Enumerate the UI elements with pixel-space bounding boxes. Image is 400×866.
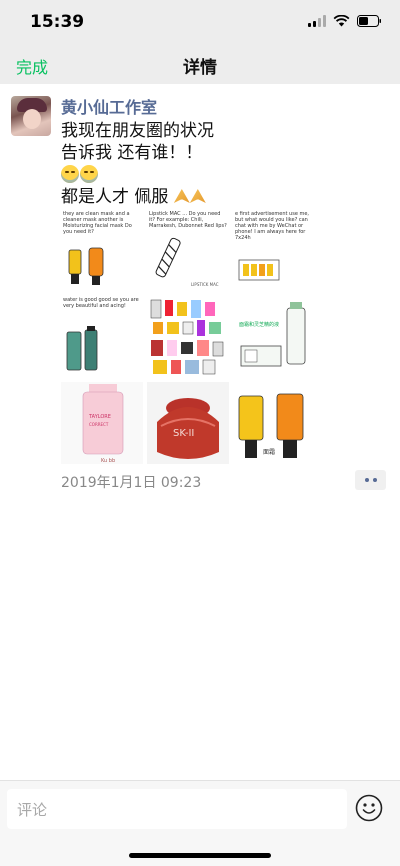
svg-text:CORRECT: CORRECT [89, 422, 109, 427]
page-title: 详情 [183, 58, 217, 78]
nav-bar: 完成 详情 [0, 44, 400, 84]
avatar[interactable] [11, 96, 51, 136]
signal-icon [308, 15, 326, 27]
home-indicator[interactable] [129, 853, 271, 858]
image-tile-2[interactable]: Lipstick MAC ... Do you need it? For exa… [147, 210, 229, 292]
pray-emoji-icon [189, 189, 206, 203]
svg-text:TAYLORE: TAYLORE [88, 414, 111, 420]
post-line-3 [61, 164, 381, 186]
image-tile-8[interactable]: SK-II [147, 382, 229, 464]
emoji-icon[interactable] [355, 794, 383, 826]
image-tile-4[interactable]: water is good good se you are very beaut… [61, 296, 143, 378]
comment-input[interactable]: 评论 [7, 789, 347, 829]
post-author[interactable]: 黄小仙工作室 [61, 94, 157, 118]
post-text: 我现在朋友圈的状况 告诉我 还有谁！！ 都是人才 佩服 [61, 120, 381, 208]
image-caption-6: 面霜和灵芝精的液 [239, 322, 280, 328]
image-tile-6[interactable]: 面霜和灵芝精的液 [233, 296, 315, 378]
crying-laughing-emoji-icon [80, 165, 98, 183]
image-grid: they are clean mask and a cleaner mask a… [61, 210, 315, 464]
image-tile-7[interactable]: TAYLORE CORRECT Ku bb [61, 382, 143, 464]
wifi-icon [333, 15, 350, 27]
comment-placeholder: 评论 [17, 801, 48, 819]
post-line-1: 我现在朋友圈的状况 [61, 121, 214, 141]
pray-emoji-icon [173, 189, 190, 203]
post-timestamp: 2019年1月1日 09:23 [61, 475, 202, 491]
status-bar: 15:39 [0, 0, 400, 44]
svg-text:LIPSTICK MAC: LIPSTICK MAC [191, 282, 219, 287]
image-tile-5[interactable] [147, 296, 229, 378]
image-tile-3[interactable]: e first advertisement use me, but what w… [233, 210, 315, 292]
svg-text:Ku bb: Ku bb [101, 458, 115, 464]
more-options-button[interactable] [355, 470, 386, 490]
post-line-2: 告诉我 还有谁！！ [61, 143, 203, 163]
status-icons [308, 15, 382, 27]
battery-icon [357, 15, 382, 27]
image-tile-9[interactable]: 面霜 [233, 382, 315, 464]
post-line-4: 都是人才 佩服 [61, 186, 381, 208]
image-caption-9: 面霜 [263, 449, 275, 456]
image-tile-1[interactable]: they are clean mask and a cleaner mask a… [61, 210, 143, 292]
post-line-4-text: 都是人才 佩服 [61, 187, 169, 207]
skii-label: SK-II [173, 428, 194, 439]
crying-laughing-emoji-icon [61, 165, 79, 183]
status-time: 15:39 [30, 12, 85, 32]
